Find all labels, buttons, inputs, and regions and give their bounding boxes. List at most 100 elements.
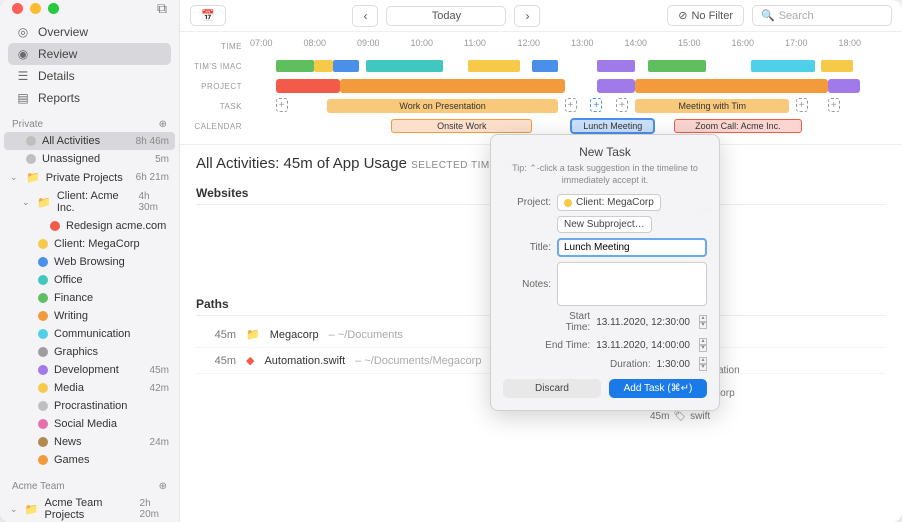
start-time-value[interactable]: 13.11.2020, 12:30:00 [596, 317, 690, 328]
tree-label: News [54, 436, 82, 448]
prev-day-button[interactable]: ‹ [352, 5, 378, 27]
sidebar-item-social-media[interactable]: Social Media [4, 415, 175, 433]
calendar-picker-button[interactable]: 📅 [190, 5, 226, 26]
notes-input[interactable] [557, 262, 707, 306]
tree-acme: ⌄📁Acme Team Projects2h 20m Shared Projec… [0, 494, 179, 522]
task-add-handle[interactable]: + [828, 98, 840, 112]
tree-label: Unassigned [42, 153, 100, 165]
sidebar-item-acme-team-projects[interactable]: ⌄📁Acme Team Projects2h 20m [4, 494, 175, 522]
tree-label: Social Media [54, 418, 117, 430]
sidebar-item-client-megacorp[interactable]: Client: MegaCorp [4, 235, 175, 253]
popover-title: New Task [503, 145, 707, 159]
chevron-down-icon[interactable]: ⌄ [10, 172, 20, 183]
sidebar-item-media[interactable]: Media42m [4, 379, 175, 397]
nav-overview[interactable]: ◎Overview [8, 21, 171, 43]
sidebar-toggle-icon[interactable]: ⧉ [157, 0, 167, 17]
timeline-calendar-row[interactable]: Onsite Work Lunch Meeting Zoom Call: Acm… [250, 118, 892, 134]
sidebar-item-unassigned[interactable]: Unassigned 5m [4, 150, 175, 168]
swift-icon: ◆ [246, 354, 254, 367]
sidebar-item-redesign[interactable]: Redesign acme.com [4, 217, 175, 235]
folder-icon: 📁 [246, 328, 260, 341]
search-input[interactable]: 🔍Search [752, 5, 892, 26]
end-time-stepper[interactable]: ▴▾ [699, 338, 707, 352]
reports-icon: ▤ [16, 91, 30, 105]
task-add-handle[interactable]: + [590, 98, 602, 112]
task-add-handle[interactable]: + [616, 98, 628, 112]
cal-bar-label: Lunch Meeting [583, 121, 642, 131]
sidebar-item-communication[interactable]: Communication [4, 325, 175, 343]
zoom-icon[interactable] [48, 3, 59, 14]
timeline-device-row[interactable] [250, 58, 892, 74]
sidebar-item-writing[interactable]: Writing [4, 307, 175, 325]
date-label[interactable]: Today [386, 6, 506, 26]
next-day-button[interactable]: › [514, 5, 540, 27]
badge: 4h 30m [138, 191, 169, 213]
tl-row-label-time: TIME [190, 42, 250, 51]
task-bar-meeting[interactable]: Meeting with Tim [635, 99, 789, 113]
section-acme-team: Acme Team ⊕ [0, 475, 179, 494]
nav-reports[interactable]: ▤ Reports [8, 87, 171, 109]
cal-bar-lunch[interactable]: Lunch Meeting [571, 119, 654, 133]
new-subproject-button[interactable]: New Subproject… [557, 216, 652, 233]
timeline-project-row[interactable] [250, 78, 892, 94]
add-icon[interactable]: ⊕ [159, 119, 167, 130]
project-value: Client: MegaCorp [576, 197, 654, 208]
chevron-down-icon[interactable]: ⌄ [10, 504, 19, 515]
tree-label: Office [54, 274, 83, 286]
sidebar-item-graphics[interactable]: Graphics [4, 343, 175, 361]
task-add-handle[interactable]: + [565, 98, 577, 112]
tl-row-label-calendar: CALENDAR [190, 122, 250, 131]
duration-stepper[interactable]: ▴▾ [699, 357, 707, 371]
task-add-handle[interactable]: + [796, 98, 808, 112]
discard-button[interactable]: Discard [503, 379, 601, 398]
notes-label: Notes: [503, 279, 551, 290]
nav-details[interactable]: ☰Details [8, 65, 171, 87]
folder-icon: 📁 [26, 171, 40, 184]
badge: 5m [155, 154, 169, 165]
sidebar-item-private-projects[interactable]: ⌄📁Private Projects6h 21m [4, 168, 175, 187]
close-icon[interactable] [12, 3, 23, 14]
path-name: Megacorp [270, 329, 319, 341]
cal-bar-zoom[interactable]: Zoom Call: Acme Inc. [674, 119, 802, 133]
sidebar-item-office[interactable]: Office [4, 271, 175, 289]
add-icon[interactable]: ⊕ [159, 481, 167, 492]
tag-icon: 🏷 [673, 411, 686, 422]
sidebar-item-games[interactable]: Games [4, 451, 175, 469]
filter-button[interactable]: ⊘No Filter [667, 5, 744, 26]
badge: 45m [150, 365, 169, 376]
task-bar-work[interactable]: Work on Presentation [327, 99, 558, 113]
sidebar-item-web-browsing[interactable]: Web Browsing [4, 253, 175, 271]
nav-overview-label: Overview [38, 25, 88, 39]
nav-review[interactable]: ◉Review [8, 43, 171, 65]
tree-private: All Activities8h 46m Unassigned5m ⌄📁Priv… [0, 132, 179, 475]
sidebar-item-procrastination[interactable]: Procrastination [4, 397, 175, 415]
timeline-hour: 09:00 [357, 38, 411, 54]
sidebar-item-news[interactable]: News 24m [4, 433, 175, 451]
timeline-hour: 16:00 [732, 38, 786, 54]
tree-label: Acme Team Projects [45, 497, 134, 521]
task-add-handle[interactable]: + [276, 98, 288, 112]
sidebar-item-client-acme[interactable]: ⌄📁Client: Acme Inc.4h 30m [4, 187, 175, 217]
end-time-value[interactable]: 13.11.2020, 14:00:00 [596, 340, 690, 351]
sidebar-item-all-activities[interactable]: All Activities8h 46m [4, 132, 175, 150]
start-time-stepper[interactable]: ▴▾ [699, 315, 707, 329]
sidebar-item-finance[interactable]: Finance [4, 289, 175, 307]
title-label: Title: [503, 242, 551, 253]
timeline-hour: 13:00 [571, 38, 625, 54]
task-title-input[interactable] [557, 238, 707, 257]
review-icon: ◉ [16, 47, 30, 61]
details-icon: ☰ [16, 69, 30, 83]
timeline-task-row[interactable]: + Work on Presentation + + + Meeting wit… [250, 98, 892, 114]
chevron-down-icon[interactable]: ⌄ [22, 197, 31, 208]
tl-row-label-device: TIM'S IMAC [190, 62, 250, 71]
nav-reports-label: Reports [38, 91, 80, 105]
project-selector[interactable]: Client: MegaCorp [557, 194, 661, 211]
duration-value[interactable]: 1:30:00 [657, 359, 690, 370]
badge: 24m [150, 437, 169, 448]
cal-bar-onsite[interactable]: Onsite Work [391, 119, 532, 133]
nav: ◎Overview ◉Review ☰Details ▤ Reports [0, 17, 179, 113]
section-acme-label: Acme Team [12, 481, 65, 492]
sidebar-item-development[interactable]: Development45m [4, 361, 175, 379]
add-task-button[interactable]: Add Task (⌘↵) [609, 379, 707, 398]
minimize-icon[interactable] [30, 3, 41, 14]
